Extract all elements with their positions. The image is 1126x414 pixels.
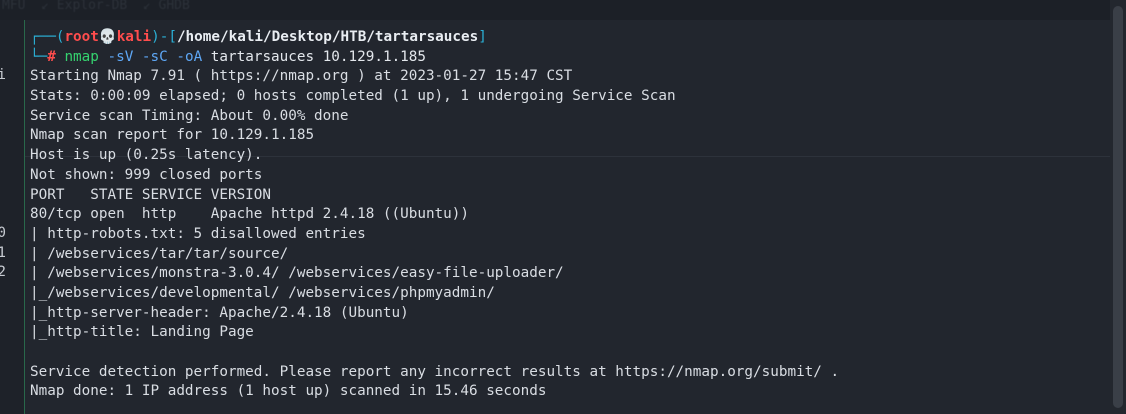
output-line: | /webservices/tar/tar/source/	[30, 245, 289, 262]
prompt-frame: └─	[30, 48, 48, 65]
prompt-line-1: ┌──(root💀kali)-[/home/kali/Desktop/HTB/t…	[30, 28, 839, 48]
gutter-text: .0	[0, 225, 6, 241]
output-line: PORT STATE SERVICE VERSION	[30, 186, 272, 203]
command-argument: 10.129.1.185	[322, 48, 426, 65]
gutter-text: -2	[0, 264, 6, 281]
command-argument: tartarsauces	[210, 48, 315, 65]
command-flag: -sV	[107, 48, 134, 65]
prompt-line-2: └─# nmap -sV -sC -oA tartarsauces 10.129…	[30, 48, 839, 68]
output-line: Nmap done: 1 IP address (1 host up) scan…	[30, 383, 547, 400]
output-line: Host is up (0.25s latency).	[30, 147, 263, 164]
terminal-output[interactable]: ┌──(root💀kali)-[/home/kali/Desktop/HTB/t…	[30, 28, 839, 402]
prompt-frame: )-[	[151, 29, 177, 45]
output-line: | /webservices/monstra-3.0.4/ /webservic…	[30, 265, 564, 282]
background-window-text: MFU ↙ Explor-DB ↙ GHDB	[2, 0, 190, 13]
command-flag: -sC	[141, 48, 168, 65]
vertical-scrollbar[interactable]	[1110, 0, 1126, 414]
output-line: |_http-server-header: Apache/2.4.18 (Ubu…	[30, 304, 409, 321]
output-line: Not shown: 999 closed ports	[30, 166, 263, 183]
output-line: Service scan Timing: About 0.00% done	[30, 107, 349, 124]
command-flag: -oA	[176, 48, 203, 65]
output-line: Nmap scan report for 10.129.1.185	[30, 127, 315, 144]
background-window-strip: MFU ↙ Explor-DB ↙ GHDB	[0, 0, 1126, 22]
skull-icon: 💀	[98, 29, 117, 45]
output-line: Service detection performed. Please repo…	[30, 363, 840, 380]
output-line: 80/tcp open http Apache httpd 2.4.18 ((U…	[30, 206, 469, 223]
output-line: Starting Nmap 7.91 ( https://nmap.org ) …	[30, 68, 573, 85]
command-name: nmap	[64, 48, 99, 65]
prompt-frame: ]	[478, 29, 487, 45]
gutter-text: 1	[0, 244, 6, 261]
terminal-window[interactable]: ti .0 1 -2 ┌──(root💀kali)-[/home/kali/Deskt…	[0, 20, 1110, 414]
prompt-host: kali	[116, 29, 152, 45]
prompt-frame: ┌──(	[30, 29, 65, 45]
gutter-text: ti	[0, 67, 6, 84]
output-line: |_http-title: Landing Page	[30, 324, 254, 341]
gutter-divider	[24, 20, 25, 414]
scrollbar-thumb[interactable]	[1113, 6, 1123, 408]
output-line: | http-robots.txt: 5 disallowed entries	[30, 225, 366, 242]
output-line: |_/webservices/developmental/ /webservic…	[30, 284, 495, 301]
prompt-path: /home/kali/Desktop/HTB/tartarsauces	[176, 29, 479, 45]
output-line: Stats: 0:00:09 elapsed; 0 hosts complete…	[30, 88, 676, 105]
prompt-hash: #	[47, 48, 56, 65]
prompt-user: root	[64, 29, 99, 45]
